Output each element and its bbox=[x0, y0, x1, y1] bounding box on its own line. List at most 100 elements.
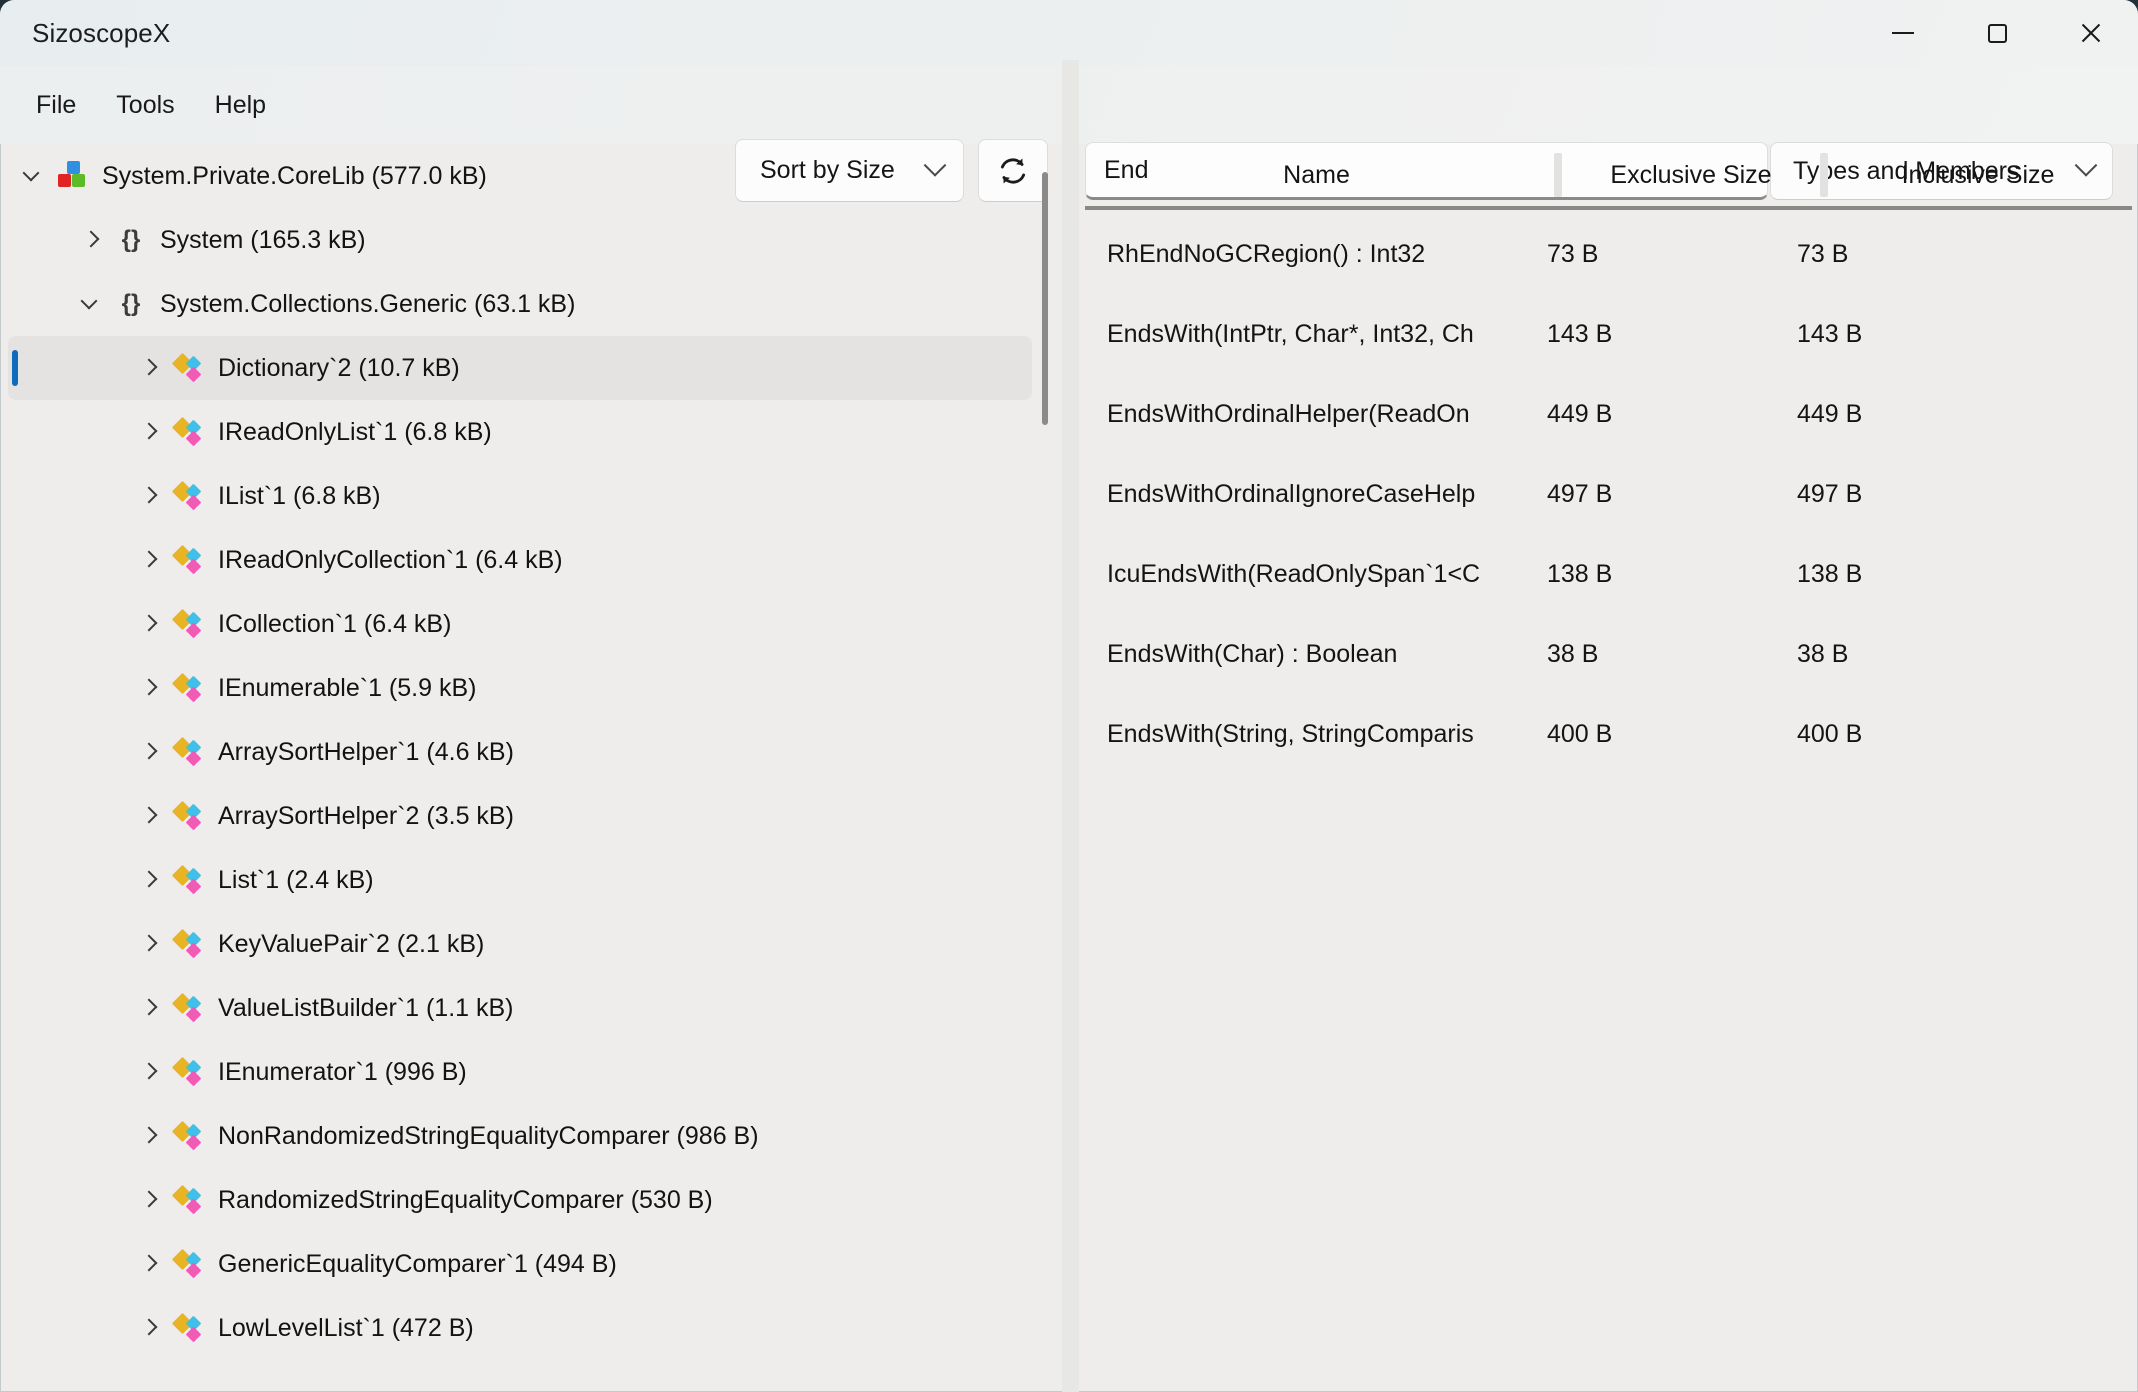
tree-item-label: ValueListBuilder`1 (1.1 kB) bbox=[218, 994, 514, 1023]
column-separator[interactable] bbox=[1820, 153, 1828, 197]
tree-item-label: List`1 (2.4 kB) bbox=[218, 866, 374, 895]
tree-item[interactable]: ArraySortHelper`1 (4.6 kB) bbox=[8, 720, 1032, 784]
assembly-icon bbox=[56, 159, 90, 193]
cell-exclusive-size: 449 B bbox=[1547, 400, 1797, 429]
chevron-down-icon[interactable] bbox=[24, 166, 44, 186]
app-title: SizoscopeX bbox=[32, 18, 170, 49]
tree-scrollbar[interactable] bbox=[1038, 144, 1052, 1392]
tree-item[interactable]: List`1 (2.4 kB) bbox=[8, 848, 1032, 912]
app-window: SizoscopeX File Tools Help Sort by Size bbox=[0, 0, 2138, 1392]
tree-item[interactable]: System.Private.CoreLib (577.0 kB) bbox=[8, 144, 1032, 208]
tree-item[interactable]: IReadOnlyList`1 (6.8 kB) bbox=[8, 400, 1032, 464]
cell-inclusive-size: 143 B bbox=[1797, 320, 2077, 349]
table-row[interactable]: RhEndNoGCRegion() : Int3273 B73 B bbox=[1079, 214, 2138, 294]
type-icon bbox=[172, 991, 206, 1025]
panel-splitter[interactable] bbox=[1062, 60, 1079, 1392]
grid-body: RhEndNoGCRegion() : Int3273 B73 BEndsWit… bbox=[1079, 214, 2138, 774]
table-row[interactable]: IcuEndsWith(ReadOnlySpan`1<C138 B138 B bbox=[1079, 534, 2138, 614]
maximize-button[interactable] bbox=[1950, 0, 2044, 66]
table-row[interactable]: EndsWithOrdinalHelper(ReadOn449 B449 B bbox=[1079, 374, 2138, 454]
window-controls bbox=[1856, 0, 2138, 66]
chevron-right-icon[interactable] bbox=[140, 806, 160, 826]
chevron-right-icon[interactable] bbox=[140, 678, 160, 698]
table-row[interactable]: EndsWith(Char) : Boolean38 B38 B bbox=[1079, 614, 2138, 694]
cell-exclusive-size: 400 B bbox=[1547, 720, 1797, 749]
tree-item[interactable]: LowLevelList`1 (472 B) bbox=[8, 1296, 1032, 1360]
tree-item-label: IReadOnlyCollection`1 (6.4 kB) bbox=[218, 546, 563, 575]
cell-exclusive-size: 138 B bbox=[1547, 560, 1797, 589]
tree-item[interactable]: NonRandomizedStringEqualityComparer (986… bbox=[8, 1104, 1032, 1168]
tree-item-label: IList`1 (6.8 kB) bbox=[218, 482, 381, 511]
cell-exclusive-size: 73 B bbox=[1547, 240, 1797, 269]
menu-item-file[interactable]: File bbox=[16, 83, 96, 128]
type-icon bbox=[172, 1119, 206, 1153]
tree-item[interactable]: ArraySortHelper`2 (3.5 kB) bbox=[8, 784, 1032, 848]
chevron-right-icon[interactable] bbox=[140, 1254, 160, 1274]
type-icon bbox=[172, 927, 206, 961]
tree-item[interactable]: ICollection`1 (6.4 kB) bbox=[8, 592, 1032, 656]
tree-item-label: IEnumerator`1 (996 B) bbox=[218, 1058, 467, 1087]
tree-item[interactable]: GenericEqualityComparer`1 (494 B) bbox=[8, 1232, 1032, 1296]
type-icon bbox=[172, 607, 206, 641]
close-button[interactable] bbox=[2044, 0, 2138, 66]
chevron-right-icon[interactable] bbox=[140, 870, 160, 890]
cell-inclusive-size: 497 B bbox=[1797, 480, 2077, 509]
chevron-right-icon[interactable] bbox=[140, 422, 160, 442]
menu-item-help[interactable]: Help bbox=[195, 83, 286, 128]
tree-scrollbar-thumb[interactable] bbox=[1042, 172, 1048, 425]
chevron-right-icon[interactable] bbox=[140, 998, 160, 1018]
tree-item[interactable]: RandomizedStringEqualityComparer (530 B) bbox=[8, 1168, 1032, 1232]
chevron-right-icon[interactable] bbox=[140, 486, 160, 506]
tree-item[interactable]: IEnumerable`1 (5.9 kB) bbox=[8, 656, 1032, 720]
tree-item-label: ICollection`1 (6.4 kB) bbox=[218, 610, 451, 639]
table-row[interactable]: EndsWithOrdinalIgnoreCaseHelp497 B497 B bbox=[1079, 454, 2138, 534]
tree-item[interactable]: {}System.Collections.Generic (63.1 kB) bbox=[8, 272, 1032, 336]
tree-item[interactable]: Dictionary`2 (10.7 kB) bbox=[8, 336, 1032, 400]
tree-item[interactable]: IList`1 (6.8 kB) bbox=[8, 464, 1032, 528]
assembly-tree[interactable]: System.Private.CoreLib (577.0 kB){}Syste… bbox=[0, 144, 1040, 1392]
tree-item-label: NonRandomizedStringEqualityComparer (986… bbox=[218, 1122, 759, 1151]
tree-item-label: LowLevelList`1 (472 B) bbox=[218, 1314, 474, 1343]
tree-item[interactable]: {}System (165.3 kB) bbox=[8, 208, 1032, 272]
column-header-name[interactable]: Name bbox=[1079, 161, 1554, 190]
chevron-right-icon[interactable] bbox=[140, 1318, 160, 1338]
menu-item-tools[interactable]: Tools bbox=[96, 83, 194, 128]
cell-inclusive-size: 449 B bbox=[1797, 400, 2077, 429]
selection-indicator bbox=[12, 350, 18, 386]
cell-inclusive-size: 73 B bbox=[1797, 240, 2077, 269]
chevron-right-icon[interactable] bbox=[140, 1126, 160, 1146]
tree-item[interactable]: ValueListBuilder`1 (1.1 kB) bbox=[8, 976, 1032, 1040]
cell-name: EndsWithOrdinalIgnoreCaseHelp bbox=[1107, 480, 1547, 509]
cell-name: EndsWithOrdinalHelper(ReadOn bbox=[1107, 400, 1547, 429]
type-icon bbox=[172, 863, 206, 897]
column-separator[interactable] bbox=[1554, 153, 1562, 197]
chevron-right-icon[interactable] bbox=[140, 742, 160, 762]
chevron-right-icon[interactable] bbox=[140, 614, 160, 634]
cell-inclusive-size: 400 B bbox=[1797, 720, 2077, 749]
type-icon bbox=[172, 415, 206, 449]
cell-inclusive-size: 38 B bbox=[1797, 640, 2077, 669]
chevron-right-icon[interactable] bbox=[140, 358, 160, 378]
chevron-right-icon[interactable] bbox=[82, 230, 102, 250]
cell-name: IcuEndsWith(ReadOnlySpan`1<C bbox=[1107, 560, 1547, 589]
cell-name: RhEndNoGCRegion() : Int32 bbox=[1107, 240, 1547, 269]
tree-item[interactable]: KeyValuePair`2 (2.1 kB) bbox=[8, 912, 1032, 976]
chevron-down-icon[interactable] bbox=[82, 294, 102, 314]
tree-item[interactable]: IReadOnlyCollection`1 (6.4 kB) bbox=[8, 528, 1032, 592]
type-icon bbox=[172, 543, 206, 577]
tree-item[interactable]: IEnumerator`1 (996 B) bbox=[8, 1040, 1032, 1104]
column-header-inclusive-size[interactable]: Inclusive Size bbox=[1828, 161, 2128, 190]
chevron-right-icon[interactable] bbox=[140, 550, 160, 570]
minimize-button[interactable] bbox=[1856, 0, 1950, 66]
type-icon bbox=[172, 799, 206, 833]
tree-item-label: ArraySortHelper`1 (4.6 kB) bbox=[218, 738, 514, 767]
chevron-right-icon[interactable] bbox=[140, 1062, 160, 1082]
chevron-right-icon[interactable] bbox=[140, 1190, 160, 1210]
maximize-icon bbox=[1988, 24, 2007, 43]
table-row[interactable]: EndsWith(String, StringComparis400 B400 … bbox=[1079, 694, 2138, 774]
table-row[interactable]: EndsWith(IntPtr, Char*, Int32, Ch143 B14… bbox=[1079, 294, 2138, 374]
minimize-icon bbox=[1892, 32, 1914, 34]
column-header-exclusive-size[interactable]: Exclusive Size bbox=[1562, 161, 1820, 190]
tree-item-label: IEnumerable`1 (5.9 kB) bbox=[218, 674, 476, 703]
chevron-right-icon[interactable] bbox=[140, 934, 160, 954]
